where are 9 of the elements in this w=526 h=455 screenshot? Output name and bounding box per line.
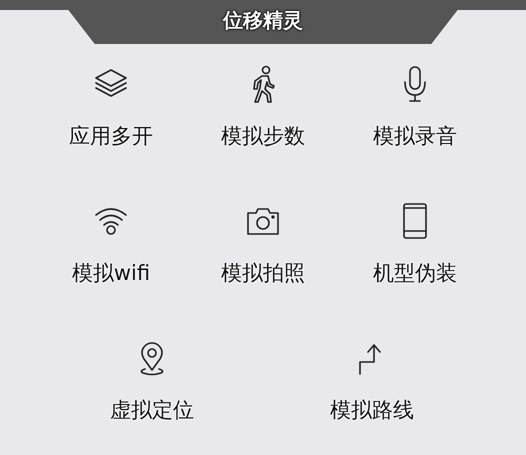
feature-label[interactable]: 应用多开	[69, 123, 153, 149]
feature-label[interactable]: 虚拟定位	[110, 397, 194, 423]
app-title: 位移精灵	[223, 7, 303, 33]
feature-label[interactable]: 模拟wifi	[72, 260, 150, 286]
feature-label[interactable]: 模拟路线	[330, 397, 414, 423]
feature-label[interactable]: 模拟拍照	[221, 260, 305, 286]
feature-label[interactable]: 模拟步数	[221, 123, 305, 149]
feature-label[interactable]: 机型伪装	[373, 260, 457, 286]
feature-label[interactable]: 模拟录音	[373, 123, 457, 149]
